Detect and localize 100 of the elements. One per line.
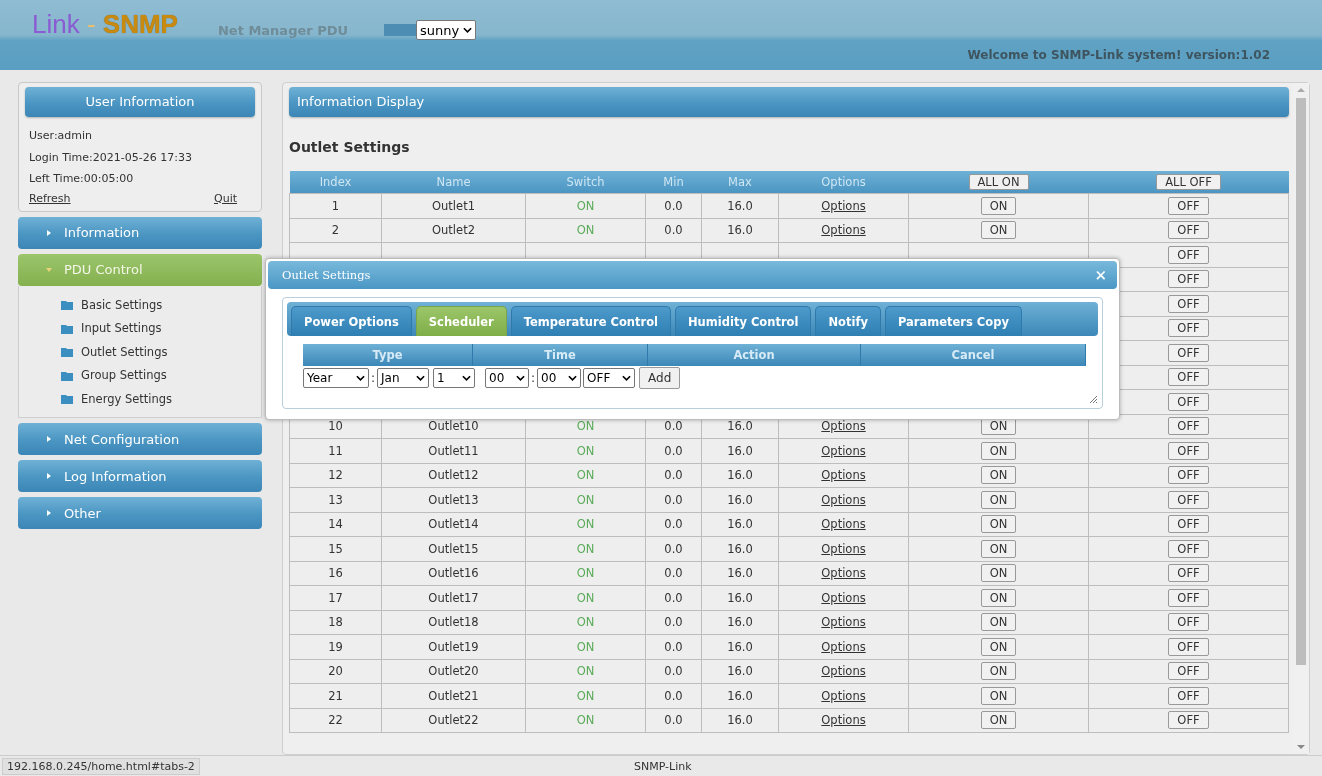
- table-cell: 16.0: [727, 566, 753, 581]
- table-cell: 0.0: [664, 198, 683, 213]
- table-cell: 0.0: [664, 517, 683, 532]
- switch-status: ON: [576, 590, 595, 605]
- on-button[interactable]: ON: [980, 515, 1017, 534]
- table-cell: 16.0: [727, 639, 753, 654]
- switch-status: ON: [576, 615, 595, 630]
- dropdown-select[interactable]: 00: [537, 368, 582, 388]
- sidebar-subitem[interactable]: Basic Settings: [61, 293, 261, 317]
- off-button[interactable]: OFF: [1168, 221, 1209, 240]
- tab[interactable]: Parameters Copy: [884, 306, 1022, 336]
- on-button[interactable]: ON: [980, 613, 1017, 632]
- off-button[interactable]: OFF: [1168, 466, 1209, 485]
- column-header: Time: [473, 344, 648, 366]
- sidebar-subitem[interactable]: Energy Settings: [61, 387, 261, 411]
- off-button[interactable]: OFF: [1168, 196, 1209, 215]
- column-header: Options: [778, 171, 909, 194]
- on-button[interactable]: ON: [980, 711, 1017, 730]
- dropdown-select[interactable]: 00: [485, 368, 530, 388]
- off-button[interactable]: OFF: [1168, 613, 1209, 632]
- off-button[interactable]: OFF: [1168, 270, 1209, 289]
- switch-status: ON: [576, 223, 595, 238]
- tab[interactable]: Notify: [815, 306, 881, 336]
- on-button[interactable]: ON: [980, 588, 1017, 607]
- sidebar-subitem[interactable]: Group Settings: [61, 364, 261, 388]
- table-cell: Outlet11: [428, 443, 479, 458]
- all-off-button[interactable]: ALL OFF: [1156, 174, 1221, 190]
- caret-down-icon: [46, 266, 52, 273]
- dropdown-select[interactable]: OFF: [583, 368, 636, 388]
- tab[interactable]: Power Options: [291, 306, 412, 336]
- table-cell: Outlet22: [428, 713, 479, 728]
- off-button[interactable]: OFF: [1168, 417, 1209, 436]
- table-cell: 13: [328, 492, 343, 507]
- chevron-icon: [516, 375, 526, 381]
- off-button[interactable]: OFF: [1168, 637, 1209, 656]
- tab[interactable]: Humidity Control: [675, 306, 812, 336]
- off-button[interactable]: OFF: [1168, 711, 1209, 730]
- off-button[interactable]: OFF: [1168, 490, 1209, 509]
- table-cell: 15: [328, 541, 343, 556]
- table-cell: Outlet16: [428, 566, 479, 581]
- refresh-link[interactable]: Refresh: [29, 191, 71, 205]
- table-cell: Outlet10: [428, 419, 479, 434]
- off-button[interactable]: OFF: [1168, 441, 1209, 460]
- on-button[interactable]: ON: [980, 466, 1017, 485]
- on-button[interactable]: ON: [980, 539, 1017, 558]
- tab[interactable]: Temperature Control: [510, 306, 671, 336]
- all-on-button[interactable]: ALL ON: [968, 174, 1029, 190]
- on-button[interactable]: ON: [980, 490, 1017, 509]
- table-cell: 10: [328, 419, 343, 434]
- resize-grip-icon[interactable]: [1088, 394, 1098, 404]
- on-button[interactable]: ON: [980, 221, 1017, 240]
- table-cell: 0.0: [664, 419, 683, 434]
- table-cell: 0.0: [664, 223, 683, 238]
- user-info-text: Login Time:2021-05-26 17:33: [28, 149, 193, 166]
- switch-status: ON: [576, 713, 595, 728]
- off-button[interactable]: OFF: [1168, 515, 1209, 534]
- table-cell: 0.0: [664, 443, 683, 458]
- off-button[interactable]: OFF: [1168, 539, 1209, 558]
- off-button[interactable]: OFF: [1168, 245, 1209, 264]
- theme-select[interactable]: sunny: [416, 20, 477, 40]
- off-button[interactable]: OFF: [1168, 588, 1209, 607]
- table-cell: 19: [328, 639, 343, 654]
- panel-header: Information Display: [289, 87, 1289, 117]
- table-cell: Outlet15: [428, 541, 479, 556]
- off-button[interactable]: OFF: [1168, 343, 1209, 362]
- switch-status: ON: [576, 541, 595, 556]
- off-button[interactable]: OFF: [1168, 564, 1209, 583]
- panel-header: User Information: [25, 87, 255, 117]
- quit-link[interactable]: Quit: [214, 191, 237, 205]
- table-cell: 0.0: [664, 566, 683, 581]
- off-button[interactable]: OFF: [1168, 319, 1209, 338]
- dropdown-select[interactable]: Jan: [377, 368, 430, 388]
- column-header: Max: [701, 171, 779, 194]
- switch-status: ON: [576, 443, 595, 458]
- on-button[interactable]: ON: [980, 196, 1017, 215]
- table-cell: 2: [331, 223, 340, 238]
- table-cell: 18: [328, 615, 343, 630]
- table-cell: 16.0: [727, 664, 753, 679]
- off-button[interactable]: OFF: [1168, 294, 1209, 313]
- add-button[interactable]: Add: [639, 367, 681, 389]
- on-button[interactable]: ON: [980, 637, 1017, 656]
- dropdown-select[interactable]: Year: [303, 368, 369, 388]
- off-button[interactable]: OFF: [1168, 686, 1209, 705]
- scroll-up-icon[interactable]: [1297, 87, 1305, 92]
- separator-text: :: [371, 371, 376, 385]
- off-button[interactable]: OFF: [1168, 368, 1209, 387]
- on-button[interactable]: ON: [980, 686, 1017, 705]
- switch-status: ON: [576, 468, 595, 483]
- scroll-down-icon[interactable]: [1297, 745, 1305, 750]
- off-button[interactable]: OFF: [1168, 392, 1209, 411]
- scrollbar[interactable]: [1293, 83, 1309, 754]
- sidebar-subitem[interactable]: Outlet Settings: [61, 340, 261, 364]
- on-button[interactable]: ON: [980, 662, 1017, 681]
- on-button[interactable]: ON: [980, 441, 1017, 460]
- caret-right-icon: [46, 510, 52, 516]
- on-button[interactable]: ON: [980, 564, 1017, 583]
- sidebar-subitem[interactable]: Input Settings: [61, 317, 261, 341]
- dropdown-select[interactable]: 1: [433, 368, 476, 388]
- off-button[interactable]: OFF: [1168, 662, 1209, 681]
- table-cell: Outlet13: [428, 492, 479, 507]
